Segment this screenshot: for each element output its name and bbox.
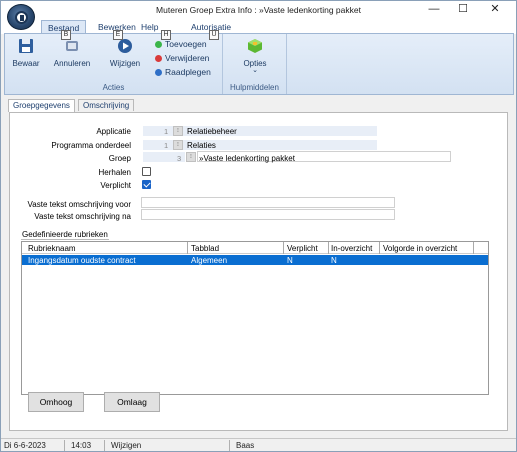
cancel-button[interactable]: Annuleren xyxy=(50,38,94,68)
column-divider[interactable] xyxy=(187,242,188,254)
tab-omschrijving[interactable]: Omschrijving xyxy=(78,99,135,111)
grid-header: Rubrieknaam Tabblad Verplicht In-overzic… xyxy=(22,242,488,254)
groep-lookup-button[interactable]: ⁝ xyxy=(186,152,196,162)
minimize-button[interactable]: — xyxy=(419,1,449,18)
verplicht-label: Verplicht xyxy=(100,181,131,190)
status-time: 14:03 xyxy=(71,441,92,450)
move-up-button[interactable]: Omhoog xyxy=(28,392,84,412)
edit-button[interactable]: Wijzigen xyxy=(106,38,144,68)
ribbon-group-hulpmiddelen: Opties ⌄ Hulpmiddelen xyxy=(223,34,287,94)
programma-label: Programma onderdeel xyxy=(51,141,131,150)
groep-value: »Vaste ledenkorting pakket xyxy=(199,154,295,163)
maximize-button[interactable]: ☐ xyxy=(448,1,478,18)
view-label: Raadplegen xyxy=(165,67,211,77)
herhalen-label: Herhalen xyxy=(98,168,131,177)
cell-rubrieknaam: Ingangsdatum oudste contract xyxy=(28,256,136,265)
ribbon-panel: Bewaar Annuleren Wijzigen Toevoegen Verw… xyxy=(4,33,514,95)
cell-verplicht: N xyxy=(287,256,293,265)
title-bar: Muteren Groep Extra Info : »Vaste ledenk… xyxy=(1,1,516,19)
keytip-autorisatie: U xyxy=(209,30,219,40)
tekst-voor-label: Vaste tekst omschrijving voor xyxy=(27,200,131,209)
floppy-disk-icon xyxy=(19,39,33,53)
save-button[interactable]: Bewaar xyxy=(10,38,42,68)
applicatie-number: 1 xyxy=(164,127,169,136)
programma-lookup-button[interactable]: ⁝ xyxy=(173,140,183,150)
rubrieken-grid[interactable]: Rubrieknaam Tabblad Verplicht In-overzic… xyxy=(21,241,489,395)
status-divider xyxy=(104,440,105,451)
table-row[interactable]: Ingangsdatum oudste contract Algemeen N … xyxy=(22,255,488,265)
delete-label: Verwijderen xyxy=(165,53,210,63)
column-divider[interactable] xyxy=(328,242,329,254)
app-menu-orb-icon[interactable] xyxy=(7,4,35,30)
ribbon-group-acties: Bewaar Annuleren Wijzigen Toevoegen Verw… xyxy=(5,34,223,94)
plus-circle-icon xyxy=(155,41,162,48)
status-divider xyxy=(229,440,230,451)
programma-value: Relaties xyxy=(187,141,216,150)
save-label: Bewaar xyxy=(12,59,40,68)
info-circle-icon xyxy=(155,69,162,76)
tekst-na-input[interactable] xyxy=(141,209,395,220)
group-label-hulpmiddelen: Hulpmiddelen xyxy=(230,83,279,92)
edit-label: Wijzigen xyxy=(109,59,141,68)
delete-circle-icon xyxy=(155,55,162,62)
move-down-button[interactable]: Omlaag xyxy=(104,392,160,412)
column-header-tabblad[interactable]: Tabblad xyxy=(191,244,219,253)
applicatie-lookup-button[interactable]: ⁝ xyxy=(173,126,183,136)
status-bar: Di 6-6-2023 14:03 Wijzigen Baas xyxy=(1,438,516,451)
options-button[interactable]: Opties ⌄ xyxy=(235,38,275,74)
tab-groepgegevens[interactable]: Groepgegevens xyxy=(8,99,75,112)
play-circle-icon xyxy=(118,39,132,53)
close-button[interactable]: ✕ xyxy=(480,1,510,18)
tekst-na-label: Vaste tekst omschrijving na xyxy=(34,212,131,221)
add-button[interactable]: Toevoegen xyxy=(155,39,207,49)
column-header-in-overzicht[interactable]: In-overzicht xyxy=(331,244,372,253)
status-date: Di 6-6-2023 xyxy=(4,441,46,450)
status-mode: Wijzigen xyxy=(111,441,142,450)
delete-button[interactable]: Verwijderen xyxy=(155,53,209,63)
column-header-verplicht[interactable]: Verplicht xyxy=(287,244,318,253)
column-divider[interactable] xyxy=(473,242,474,254)
keytip-help: H xyxy=(161,30,171,40)
keytip-bewerken: E xyxy=(113,30,123,40)
applicatie-label: Applicatie xyxy=(96,127,131,136)
group-label-acties: Acties xyxy=(102,83,125,92)
options-cube-icon xyxy=(248,39,262,53)
groep-number: 3 xyxy=(177,154,182,163)
applicatie-value: Relatiebeheer xyxy=(187,127,237,136)
programma-number: 1 xyxy=(164,141,169,150)
column-divider[interactable] xyxy=(379,242,380,254)
cell-in-overzicht: N xyxy=(331,256,337,265)
view-button[interactable]: Raadplegen xyxy=(155,67,211,77)
groep-label: Groep xyxy=(108,154,131,163)
rubrieken-group-title: Gedefinieerde rubrieken xyxy=(21,230,109,240)
cell-tabblad: Algemeen xyxy=(191,256,228,265)
tekst-voor-input[interactable] xyxy=(141,197,395,208)
column-header-volgorde[interactable]: Volgorde in overzicht xyxy=(383,244,457,253)
options-dropdown-icon: ⌄ xyxy=(252,67,258,74)
verplicht-checkbox[interactable] xyxy=(142,180,151,189)
status-divider xyxy=(64,440,65,451)
add-label: Toevoegen xyxy=(165,39,207,49)
cancel-label: Annuleren xyxy=(53,59,91,68)
herhalen-checkbox[interactable] xyxy=(142,167,151,176)
ribbon-tab-strip: Bestand Bewerken Help Autorisatie xyxy=(1,19,516,34)
cancel-icon xyxy=(66,41,78,51)
keytip-bestand: B xyxy=(61,30,71,40)
column-header-rubrieknaam[interactable]: Rubrieknaam xyxy=(28,244,76,253)
status-user: Baas xyxy=(236,441,255,450)
column-divider[interactable] xyxy=(283,242,284,254)
application-window: Muteren Groep Extra Info : »Vaste ledenk… xyxy=(0,0,517,452)
